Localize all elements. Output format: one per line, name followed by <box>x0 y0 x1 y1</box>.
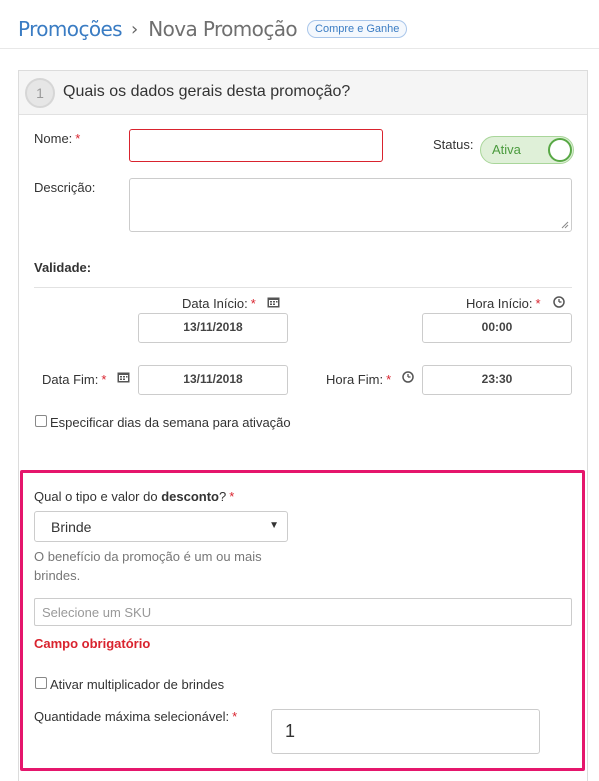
multiplier-checkbox[interactable] <box>35 677 47 689</box>
weekdays-checkbox-label[interactable]: Especificar dias da semana para ativação <box>50 415 291 430</box>
resize-handle-icon[interactable] <box>561 221 569 229</box>
multiplier-checkbox-label[interactable]: Ativar multiplicador de brindes <box>50 677 224 692</box>
status-label: Status: <box>433 137 474 152</box>
breadcrumb: Promoções › Nova Promoção Compre e Ganhe <box>18 14 408 44</box>
chevron-down-icon: ▼ <box>269 520 279 531</box>
required-field-error: Campo obrigatório <box>34 636 151 651</box>
end-time-input[interactable]: 23:30 <box>422 365 572 395</box>
name-label: Nome: * <box>34 131 81 146</box>
required-marker: * <box>75 131 81 146</box>
validity-heading: Validade: <box>34 260 92 275</box>
start-time-input[interactable]: 00:00 <box>422 313 572 343</box>
name-input[interactable] <box>129 129 383 162</box>
start-date-input[interactable]: 13/11/2018 <box>138 313 288 343</box>
max-qty-label: Quantidade máxima selecionável: * <box>34 709 238 724</box>
header-divider <box>0 48 599 49</box>
page-title: Nova Promoção <box>148 17 298 41</box>
step-number: 1 <box>25 78 55 108</box>
description-textarea[interactable] <box>129 178 572 232</box>
promotion-type-badge: Compre e Ganhe <box>307 20 408 38</box>
discount-type-select[interactable]: Brinde ▼ <box>34 511 288 542</box>
start-date-label: Data Início: * <box>182 296 256 311</box>
card-header: 1 Quais os dados gerais desta promoção? <box>19 71 587 115</box>
clock-icon[interactable] <box>553 296 565 308</box>
max-qty-value: 1 <box>285 721 296 741</box>
start-time-label: Hora Início: * <box>466 296 541 311</box>
toggle-knob <box>548 138 572 162</box>
end-time-label: Hora Fim: * <box>326 372 392 387</box>
breadcrumb-promocoes-link[interactable]: Promoções <box>18 17 123 41</box>
end-date-label: Data Fim: * <box>42 372 107 387</box>
calendar-icon[interactable] <box>267 296 280 308</box>
breadcrumb-separator: › <box>131 18 139 40</box>
sku-placeholder: Selecione um SKU <box>42 605 152 620</box>
discount-type-value: Brinde <box>51 519 92 535</box>
status-toggle-text: Ativa <box>492 142 521 157</box>
discount-help-text: O benefício da promoção é um ou mais bri… <box>34 549 262 583</box>
discount-question: Qual o tipo e valor do desconto? * <box>34 489 235 504</box>
description-label: Descrição: <box>34 180 96 195</box>
status-toggle[interactable]: Ativa <box>480 136 574 164</box>
card-title: Quais os dados gerais desta promoção? <box>63 83 351 100</box>
validity-divider <box>34 287 572 288</box>
clock-icon[interactable] <box>402 371 414 383</box>
sku-select-input[interactable]: Selecione um SKU <box>34 598 572 626</box>
weekdays-checkbox[interactable] <box>35 415 47 427</box>
max-qty-input[interactable]: 1 <box>271 709 540 754</box>
end-date-input[interactable]: 13/11/2018 <box>138 365 288 395</box>
calendar-icon[interactable] <box>117 371 130 383</box>
